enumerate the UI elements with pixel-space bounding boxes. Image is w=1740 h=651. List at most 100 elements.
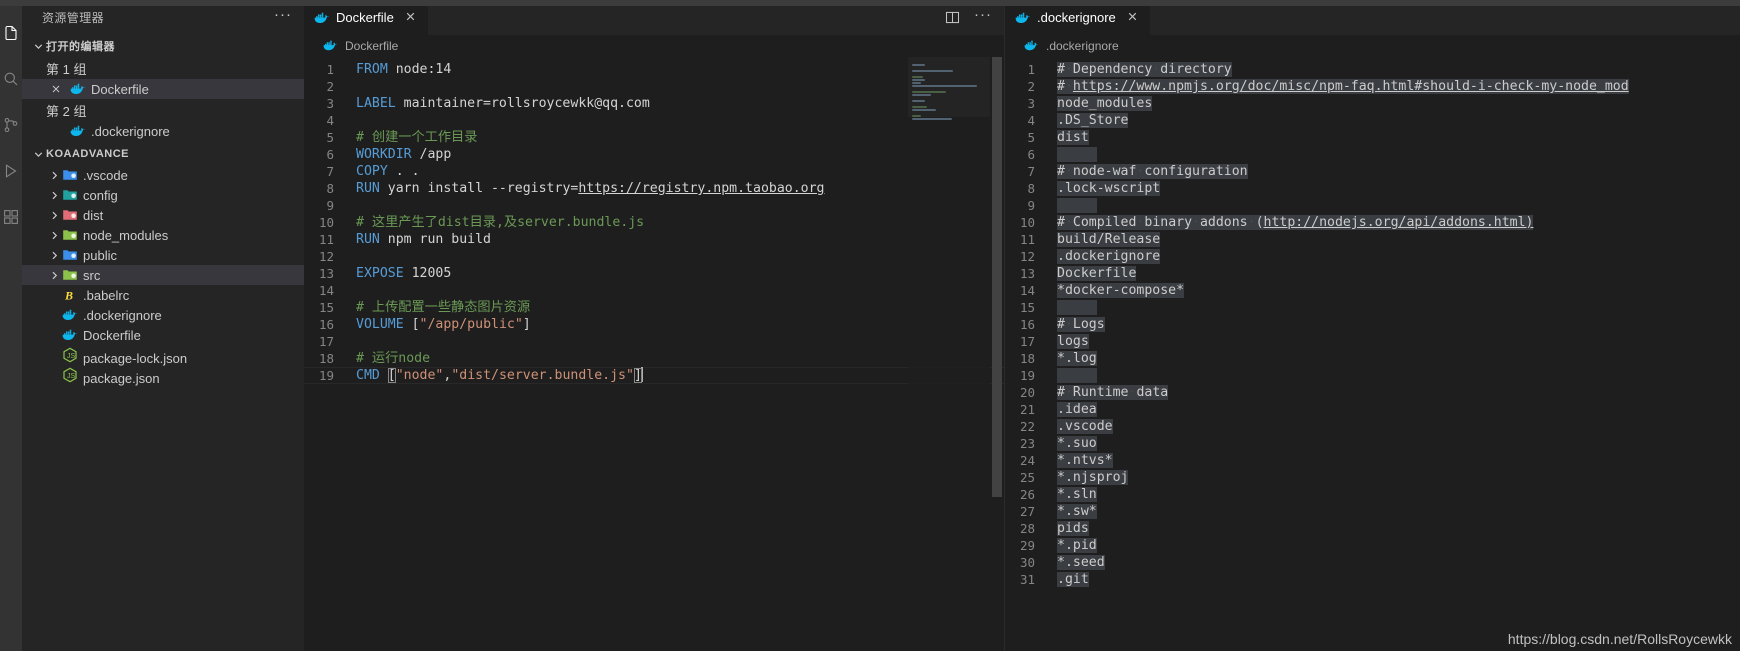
code-line[interactable]: 1 FROM node:14 <box>304 61 1004 78</box>
chevron-right-icon[interactable] <box>46 227 62 243</box>
code-content-left[interactable]: 1 FROM node:14 2 3 LABEL maintainer=rollsroy… <box>304 57 1004 651</box>
tree-folder--vscode[interactable]: .vscode <box>22 165 304 185</box>
tree-folder-dist[interactable]: dist <box>22 205 304 225</box>
more-actions-icon[interactable]: ··· <box>974 7 992 25</box>
tree-file-package-lock-json[interactable]: JS package-lock.json <box>22 345 304 366</box>
code-line[interactable]: 13 Dockerfile <box>1005 265 1740 282</box>
code-line[interactable]: 27 *.sw* <box>1005 503 1740 520</box>
chevron-right-icon[interactable] <box>46 207 62 223</box>
close-icon[interactable] <box>48 81 64 97</box>
code-line[interactable]: 16 VOLUME ["/app/public"] <box>304 316 1004 333</box>
code-line[interactable]: 8 RUN yarn install --registry=https://reg… <box>304 180 1004 197</box>
code-line[interactable]: 14 *docker-compose* <box>1005 282 1740 299</box>
chevron-right-icon[interactable] <box>46 167 62 183</box>
line-number: 9 <box>1027 198 1035 213</box>
code-line[interactable]: 10 # 这里产生了dist目录,及server.bundle.js <box>304 214 1004 231</box>
tree-folder-public[interactable]: public <box>22 245 304 265</box>
code-content-right[interactable]: 1 #·Dependency·directory 2 #·https://www.np… <box>1005 57 1740 651</box>
code-line[interactable]: 13 EXPOSE 12005 <box>304 265 1004 282</box>
code-line[interactable]: 3 LABEL maintainer=rollsroycewkk@qq.com <box>304 95 1004 112</box>
code-line[interactable]: 15 <box>1005 299 1740 316</box>
code-line[interactable]: 18 *.log <box>1005 350 1740 367</box>
code-line[interactable]: 19 <box>1005 367 1740 384</box>
code-line[interactable]: 2 <box>304 78 1004 95</box>
code-line[interactable]: 22 .vscode <box>1005 418 1740 435</box>
code-line[interactable]: 16 #·Logs <box>1005 316 1740 333</box>
chevron-right-icon[interactable] <box>46 247 62 263</box>
code-line[interactable]: 6 WORKDIR /app <box>304 146 1004 163</box>
code-line[interactable]: 12 <box>304 248 1004 265</box>
code-line[interactable]: 28 pids <box>1005 520 1740 537</box>
scrollbar-thumb[interactable] <box>992 57 1002 497</box>
explorer-icon[interactable] <box>0 10 22 56</box>
chevron-right-icon[interactable] <box>46 267 62 283</box>
activity-bar[interactable] <box>0 0 22 651</box>
code-line[interactable]: 4 <box>304 112 1004 129</box>
code-line[interactable]: 17 logs <box>1005 333 1740 350</box>
code-line[interactable]: 17 <box>304 333 1004 350</box>
search-icon[interactable] <box>0 56 22 102</box>
code-line[interactable]: 7 COPY . . <box>304 163 1004 180</box>
open-editors-header[interactable]: 打开的编辑器 <box>22 35 304 57</box>
run-debug-icon[interactable] <box>0 148 22 194</box>
breadcrumb-right[interactable]: .dockerignore <box>1005 35 1740 57</box>
minimap-slider[interactable] <box>908 57 990 117</box>
line-text: *.log <box>1057 351 1097 366</box>
line-text: *.suo <box>1057 436 1097 451</box>
code-line[interactable]: 31 .git <box>1005 571 1740 588</box>
line-number: 14 <box>318 283 334 298</box>
code-line[interactable]: 1 #·Dependency·directory <box>1005 61 1740 78</box>
code-line[interactable]: 9 <box>1005 197 1740 214</box>
code-line[interactable]: 5 # 创建一个工作目录 <box>304 129 1004 146</box>
extensions-icon[interactable] <box>0 194 22 240</box>
code-line[interactable]: 19 CMD ["node","dist/server.bundle.js"] <box>304 367 1004 384</box>
tree-file--babelrc[interactable]: B .babelrc <box>22 285 304 305</box>
open-editor-dockerignore[interactable]: .dockerignore <box>22 121 304 141</box>
code-line[interactable]: 9 <box>304 197 1004 214</box>
line-number: 24 <box>1019 453 1035 468</box>
close-icon[interactable] <box>404 11 418 25</box>
code-line[interactable]: 25 *.njsproj <box>1005 469 1740 486</box>
tree-folder-config[interactable]: config <box>22 185 304 205</box>
tree-folder-node-modules[interactable]: node_modules <box>22 225 304 245</box>
line-number: 12 <box>318 249 334 264</box>
code-line[interactable]: 21 .idea <box>1005 401 1740 418</box>
tree-folder-src[interactable]: src <box>22 265 304 285</box>
open-editor-dockerfile[interactable]: Dockerfile <box>22 79 304 99</box>
source-control-icon[interactable] <box>0 102 22 148</box>
project-header[interactable]: KOAADVANCE <box>22 143 304 165</box>
code-line[interactable]: 5 dist <box>1005 129 1740 146</box>
code-line[interactable]: 15 # 上传配置一些静态图片资源 <box>304 299 1004 316</box>
line-number: 11 <box>1019 232 1035 247</box>
code-line[interactable]: 20 #·Runtime·data <box>1005 384 1740 401</box>
code-line[interactable]: 26 *.sln <box>1005 486 1740 503</box>
close-icon[interactable] <box>1126 11 1140 25</box>
code-line[interactable]: 18 # 运行node <box>304 350 1004 367</box>
code-line[interactable]: 12 .dockerignore <box>1005 248 1740 265</box>
code-line[interactable]: 14 <box>304 282 1004 299</box>
code-line[interactable]: 10 #·Compiled·binary·addons·(http://nodej… <box>1005 214 1740 231</box>
sidebar-more-actions-icon[interactable]: ··· <box>274 7 292 26</box>
tree-file-dockerfile[interactable]: Dockerfile <box>22 325 304 345</box>
vertical-scrollbar-left[interactable] <box>990 57 1004 651</box>
code-line[interactable]: 23 *.suo <box>1005 435 1740 452</box>
tree-file--dockerignore[interactable]: .dockerignore <box>22 305 304 325</box>
code-line[interactable]: 4 .DS_Store <box>1005 112 1740 129</box>
tree-file-package-json[interactable]: JS package.json <box>22 365 304 386</box>
code-editor-dockerignore[interactable]: 1 #·Dependency·directory 2 #·https://www.np… <box>1005 57 1740 651</box>
code-line[interactable]: 30 *.seed <box>1005 554 1740 571</box>
code-line[interactable]: 11 RUN npm run build <box>304 231 1004 248</box>
code-line[interactable]: 11 build/Release <box>1005 231 1740 248</box>
chevron-right-icon[interactable] <box>46 187 62 203</box>
code-line[interactable]: 24 *.ntvs* <box>1005 452 1740 469</box>
code-editor-dockerfile[interactable]: 1 FROM node:14 2 3 LABEL maintainer=rollsroy… <box>304 57 1004 651</box>
split-editor-icon[interactable] <box>945 10 960 25</box>
code-line[interactable]: 3 node_modules <box>1005 95 1740 112</box>
code-line[interactable]: 29 *.pid <box>1005 537 1740 554</box>
code-line[interactable]: 8 .lock-wscript <box>1005 180 1740 197</box>
breadcrumb-left[interactable]: Dockerfile <box>304 35 1004 57</box>
code-line[interactable]: 6 <box>1005 146 1740 163</box>
minimap-left[interactable] <box>908 57 990 651</box>
code-line[interactable]: 2 #·https://www.npmjs.org/doc/misc/npm-fa… <box>1005 78 1740 95</box>
code-line[interactable]: 7 #·node-waf·configuration <box>1005 163 1740 180</box>
